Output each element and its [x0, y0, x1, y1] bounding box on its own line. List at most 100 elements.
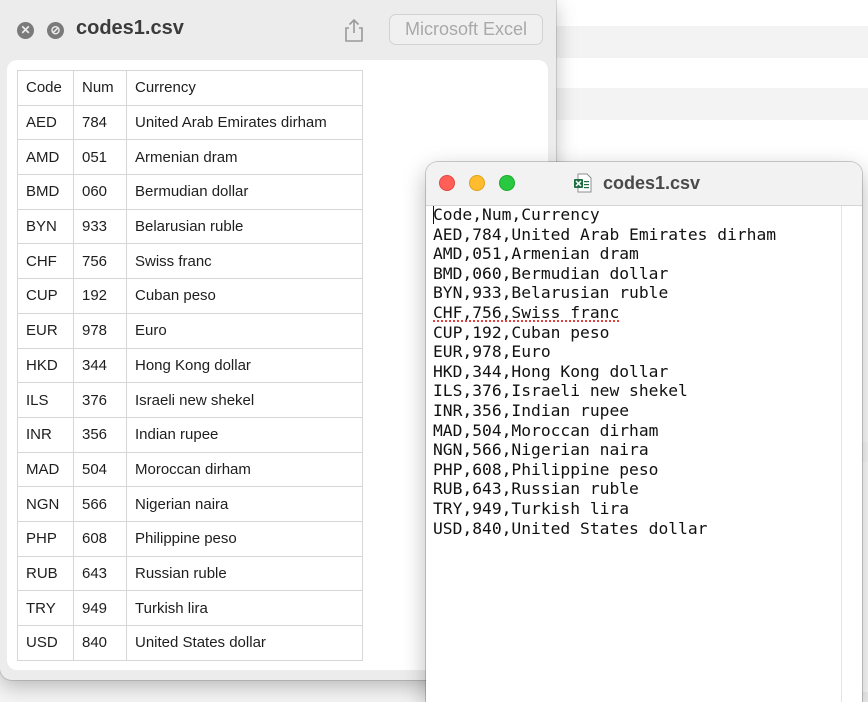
num-cell: 756: [73, 243, 127, 280]
currency-cell: Moroccan dirham: [126, 451, 363, 488]
table-row: MAD 504 Moroccan dirham: [17, 451, 363, 488]
table-row: INR 356 Indian rupee: [17, 416, 363, 453]
header-cell: Num: [73, 70, 127, 106]
text-line: HKD,344,Hong Kong dollar: [433, 361, 669, 381]
code-cell: BYN: [17, 208, 74, 245]
text-line: ILS,376,Israeli new shekel: [433, 381, 688, 401]
open-with-excel-button[interactable]: Microsoft Excel: [389, 14, 543, 45]
table-row: AED 784 United Arab Emirates dirham: [17, 104, 363, 141]
num-cell: 504: [73, 451, 127, 488]
text-line: INR,356,Indian rupee: [433, 400, 630, 420]
currency-cell: Philippine peso: [126, 520, 363, 557]
currency-cell: Hong Kong dollar: [126, 347, 363, 384]
textedit-title: codes1.csv: [603, 173, 701, 193]
table-row: RUB 643 Russian ruble: [17, 555, 363, 592]
currency-cell: Bermudian dollar: [126, 174, 363, 210]
text-line: RUB,643,Russian ruble: [433, 479, 639, 499]
header-cell: Currency: [126, 70, 363, 106]
table-row: BYN 933 Belarusian ruble: [17, 208, 363, 245]
text-line: PHP,608,Philippine peso: [433, 459, 659, 479]
table-row: CHF 756 Swiss franc: [17, 243, 363, 280]
code-cell: USD: [17, 625, 74, 661]
text-line: BYN,933,Belarusian ruble: [433, 283, 669, 303]
currency-cell: Israeli new shekel: [126, 382, 363, 418]
minimize-button[interactable]: [469, 175, 485, 191]
text-line: AMD,051,Armenian dram: [433, 244, 639, 264]
currency-cell: Turkish lira: [126, 590, 363, 626]
table-header-row: Code Num Currency: [17, 70, 363, 106]
currency-cell: Russian ruble: [126, 555, 363, 592]
quicklook-titlebar: ✕ ⊘ codes1.csv Microsoft Excel: [0, 0, 556, 58]
zoom-button[interactable]: [499, 175, 515, 191]
text-line: AED,784,United Arab Emirates dirham: [433, 224, 777, 244]
text-line: MAD,504,Moroccan dirham: [433, 420, 659, 440]
num-cell: 192: [73, 278, 127, 314]
num-cell: 784: [73, 104, 127, 141]
text-line: CHF,756,Swiss franc: [433, 302, 620, 322]
csv-table: Code Num Currency AED 784 United Arab Emir…: [17, 70, 363, 661]
currency-cell: Swiss franc: [126, 243, 363, 280]
textedit-titlebar: codes1.csv: [426, 162, 862, 206]
text-line: USD,840,United States dollar: [433, 518, 708, 538]
currency-cell: Nigerian naira: [126, 486, 363, 522]
background-scrollbar: [861, 442, 868, 462]
num-cell: 978: [73, 312, 127, 349]
code-cell: INR: [17, 416, 74, 453]
num-cell: 933: [73, 208, 127, 245]
num-cell: 608: [73, 520, 127, 557]
num-cell: 060: [73, 174, 127, 210]
num-cell: 840: [73, 625, 127, 661]
code-cell: EUR: [17, 312, 74, 349]
text-line: TRY,949,Turkish lira: [433, 498, 630, 518]
table-row: AMD 051 Armenian dram: [17, 139, 363, 176]
code-cell: AED: [17, 104, 74, 141]
text-line: BMD,060,Bermudian dollar: [433, 263, 669, 283]
table-row: ILS 376 Israeli new shekel: [17, 382, 363, 418]
code-cell: TRY: [17, 590, 74, 626]
table-row: NGN 566 Nigerian naira: [17, 486, 363, 522]
num-cell: 356: [73, 416, 127, 453]
currency-cell: Armenian dram: [126, 139, 363, 176]
excel-file-icon: [574, 173, 592, 193]
header-cell: Code: [17, 70, 74, 106]
background-row: [530, 26, 868, 58]
fullscreen-icon[interactable]: ⊘: [47, 22, 64, 39]
code-cell: NGN: [17, 486, 74, 522]
table-row: HKD 344 Hong Kong dollar: [17, 347, 363, 384]
num-cell: 566: [73, 486, 127, 522]
table-row: TRY 949 Turkish lira: [17, 590, 363, 626]
currency-cell: United States dollar: [126, 625, 363, 661]
table-row: EUR 978 Euro: [17, 312, 363, 349]
currency-cell: Indian rupee: [126, 416, 363, 453]
code-cell: PHP: [17, 520, 74, 557]
code-cell: HKD: [17, 347, 74, 384]
close-icon[interactable]: ✕: [17, 22, 34, 39]
num-cell: 643: [73, 555, 127, 592]
currency-cell: Euro: [126, 312, 363, 349]
share-icon[interactable]: [343, 18, 365, 42]
table-row: BMD 060 Bermudian dollar: [17, 174, 363, 210]
editor-margin-line: [841, 206, 842, 702]
text-caret: [433, 206, 434, 224]
table-row: PHP 608 Philippine peso: [17, 520, 363, 557]
close-button[interactable]: [439, 175, 455, 191]
code-cell: MAD: [17, 451, 74, 488]
currency-cell: Belarusian ruble: [126, 208, 363, 245]
code-cell: RUB: [17, 555, 74, 592]
text-line: EUR,978,Euro: [433, 342, 551, 362]
table-row: USD 840 United States dollar: [17, 625, 363, 661]
num-cell: 376: [73, 382, 127, 418]
code-cell: CHF: [17, 243, 74, 280]
text-line: Code,Num,Currency: [433, 205, 600, 224]
num-cell: 344: [73, 347, 127, 384]
text-line: CUP,192,Cuban peso: [433, 322, 610, 342]
text-line: NGN,566,Nigerian naira: [433, 440, 649, 460]
quicklook-title: codes1.csv: [76, 17, 184, 39]
num-cell: 949: [73, 590, 127, 626]
textedit-window: codes1.csv Code,Num,Currency AED,784,Unit…: [426, 162, 862, 702]
num-cell: 051: [73, 139, 127, 176]
background-row: [530, 88, 868, 120]
text-editor-area[interactable]: Code,Num,Currency AED,784,United Arab Emi…: [433, 205, 776, 538]
currency-cell: Cuban peso: [126, 278, 363, 314]
currency-cell: United Arab Emirates dirham: [126, 104, 363, 141]
